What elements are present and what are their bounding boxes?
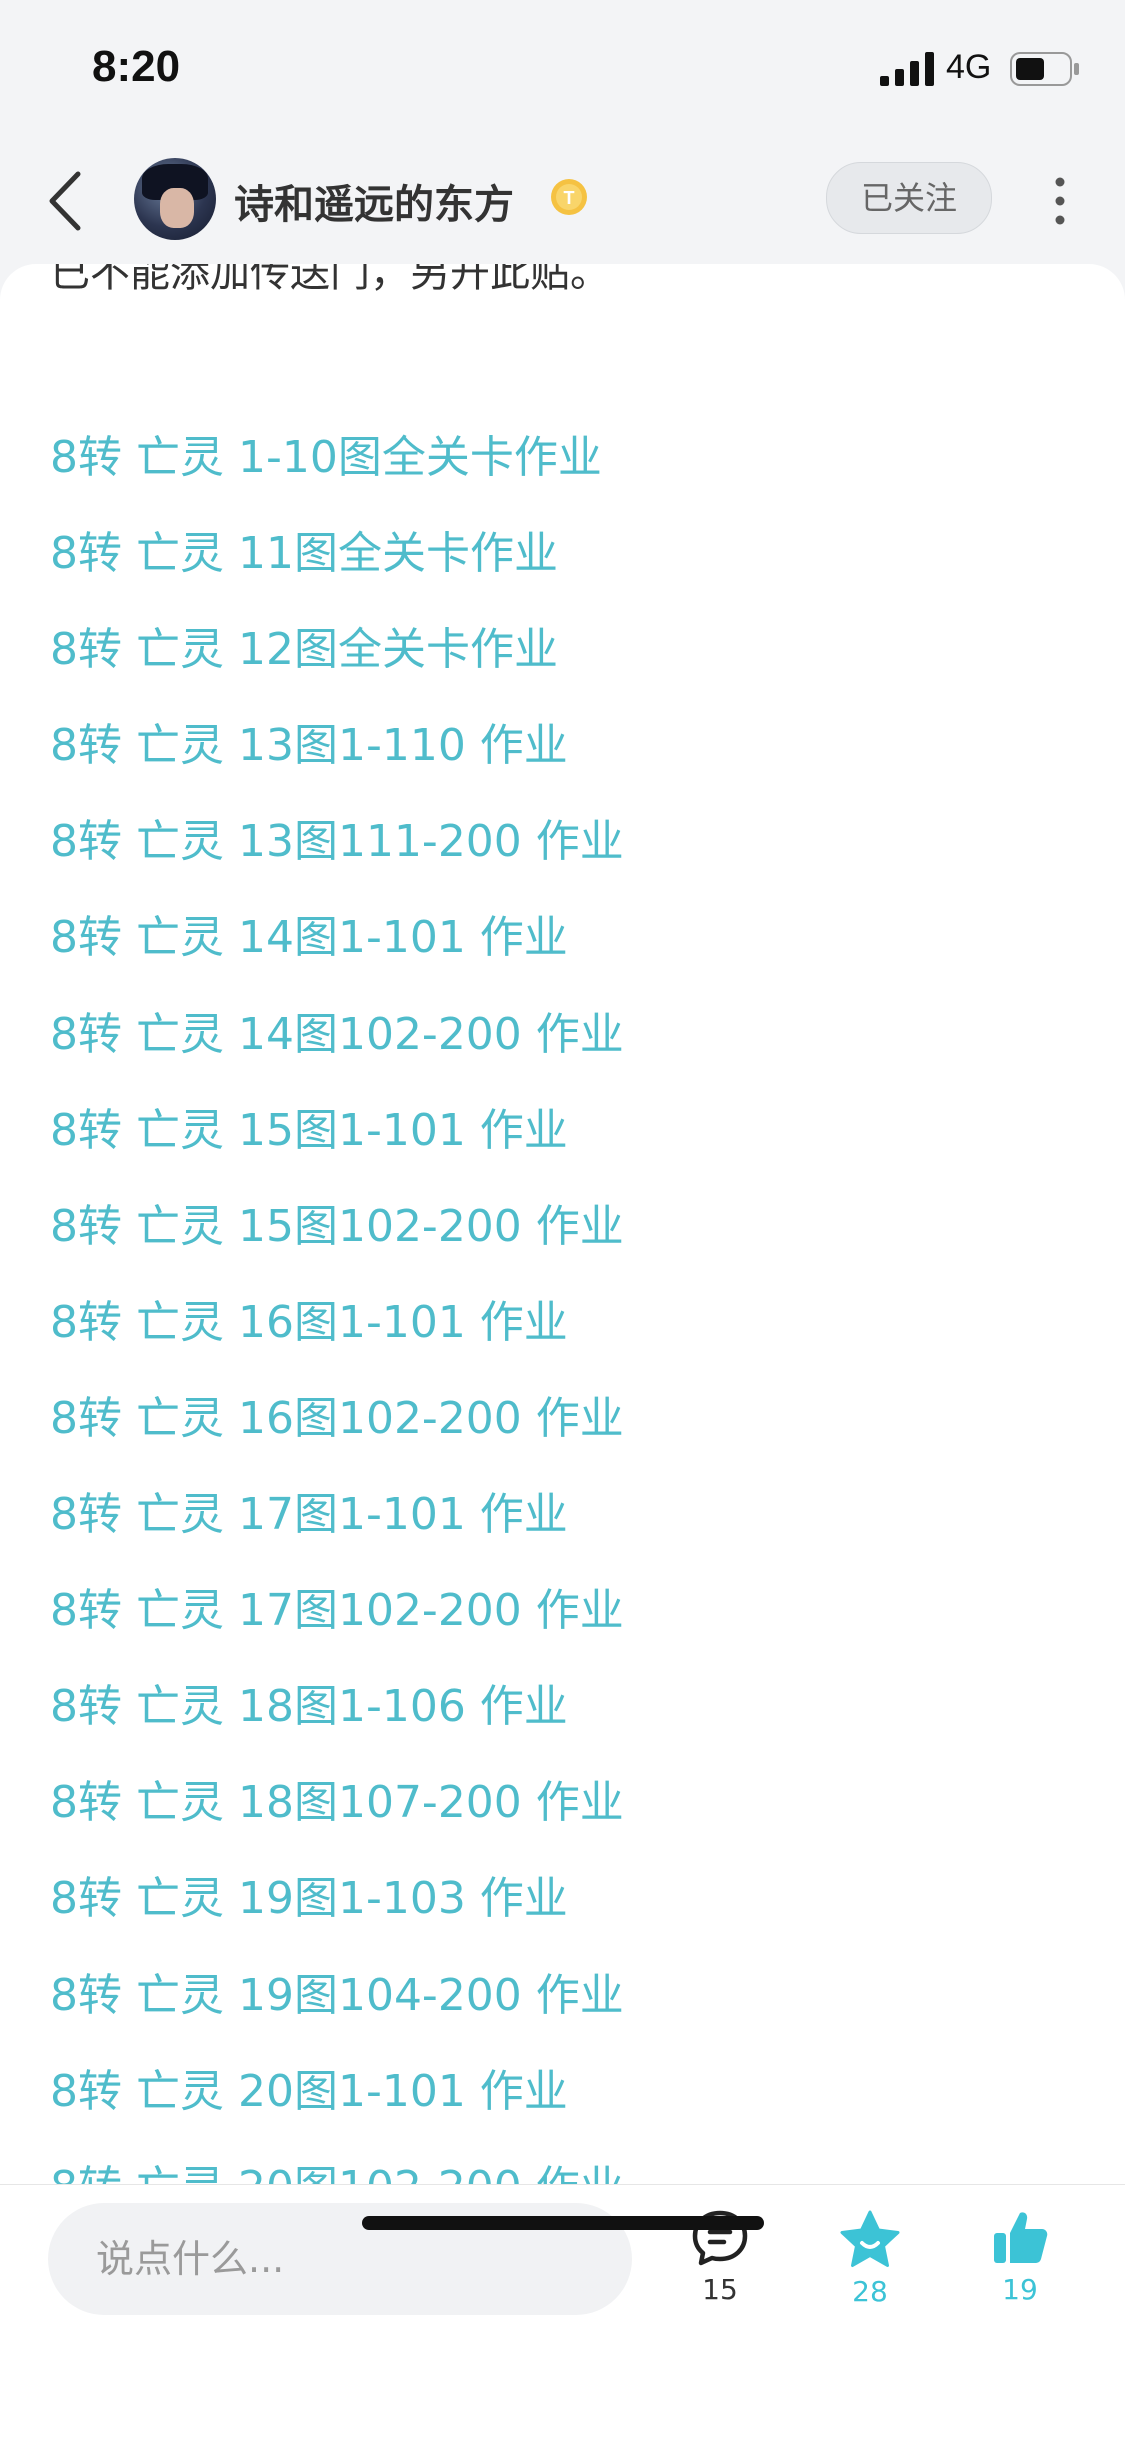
post-link[interactable]: 8转 亡灵 16图1-101 作业 [50,1275,624,1371]
post-link[interactable]: 8转 亡灵 16图102-200 作业 [50,1371,624,1467]
post-link[interactable]: 8转 亡灵 17图102-200 作业 [50,1563,624,1659]
post-link[interactable]: 8转 亡灵 14图1-101 作业 [50,890,624,986]
star-icon [840,2210,900,2267]
post-link[interactable]: 8转 亡灵 20图102-200 作业 [50,2140,624,2184]
post-link[interactable]: 8转 亡灵 19图104-200 作业 [50,1948,624,2044]
thumbs-up-icon [994,2212,1048,2263]
post-link[interactable]: 8转 亡灵 18图1-106 作业 [50,1659,624,1755]
post-link[interactable]: 8转 亡灵 13图111-200 作业 [50,794,624,890]
follow-button[interactable]: 已关注 [826,162,992,234]
status-time: 8:20 [92,42,181,91]
home-indicator[interactable] [362,2216,764,2230]
favorite-count: 28 [852,2275,888,2308]
post-link[interactable]: 8转 亡灵 19图1-103 作业 [50,1851,624,1947]
username[interactable]: 诗和遥远的东方 [234,172,514,230]
favorite-button[interactable]: 28 [830,2209,910,2308]
post-link[interactable]: 8转 亡灵 17图1-101 作业 [50,1467,624,1563]
post-link[interactable]: 8转 亡灵 20图1-101 作业 [50,2044,624,2140]
like-button[interactable]: 19 [980,2209,1060,2306]
member-badge-icon: T [551,179,587,215]
post-link[interactable]: 8转 亡灵 15图102-200 作业 [50,1179,624,1275]
status-bar: 8:20 4G [0,0,1125,140]
back-arrow-icon[interactable] [42,168,92,234]
post-link[interactable]: 8转 亡灵 14图102-200 作业 [50,987,624,1083]
post-link[interactable]: 8转 亡灵 15图1-101 作业 [50,1083,624,1179]
like-count: 19 [1002,2273,1038,2306]
post-text: 已不能添加传送门，另开此贴。 [50,264,610,296]
link-list: 8转 亡灵 1-10图全关卡作业 8转 亡灵 11图全关卡作业 8转 亡灵 12… [50,410,624,2184]
post-link[interactable]: 8转 亡灵 1-10图全关卡作业 [50,410,624,506]
battery-icon [1010,52,1079,86]
network-type: 4G [946,48,992,86]
more-options-icon[interactable] [1052,176,1068,226]
avatar[interactable] [134,158,216,240]
post-link[interactable]: 8转 亡灵 12图全关卡作业 [50,602,624,698]
signal-icon [880,52,934,86]
post-content: 已不能添加传送门，另开此贴。 8转 亡灵 1-10图全关卡作业 8转 亡灵 11… [0,264,1125,2184]
post-link[interactable]: 8转 亡灵 18图107-200 作业 [50,1755,624,1851]
comment-count: 15 [702,2273,738,2306]
post-header: 诗和遥远的东方 T 已关注 [0,140,1125,260]
svg-text:T: T [564,188,575,208]
post-link[interactable]: 8转 亡灵 11图全关卡作业 [50,506,624,602]
post-link[interactable]: 8转 亡灵 13图1-110 作业 [50,698,624,794]
